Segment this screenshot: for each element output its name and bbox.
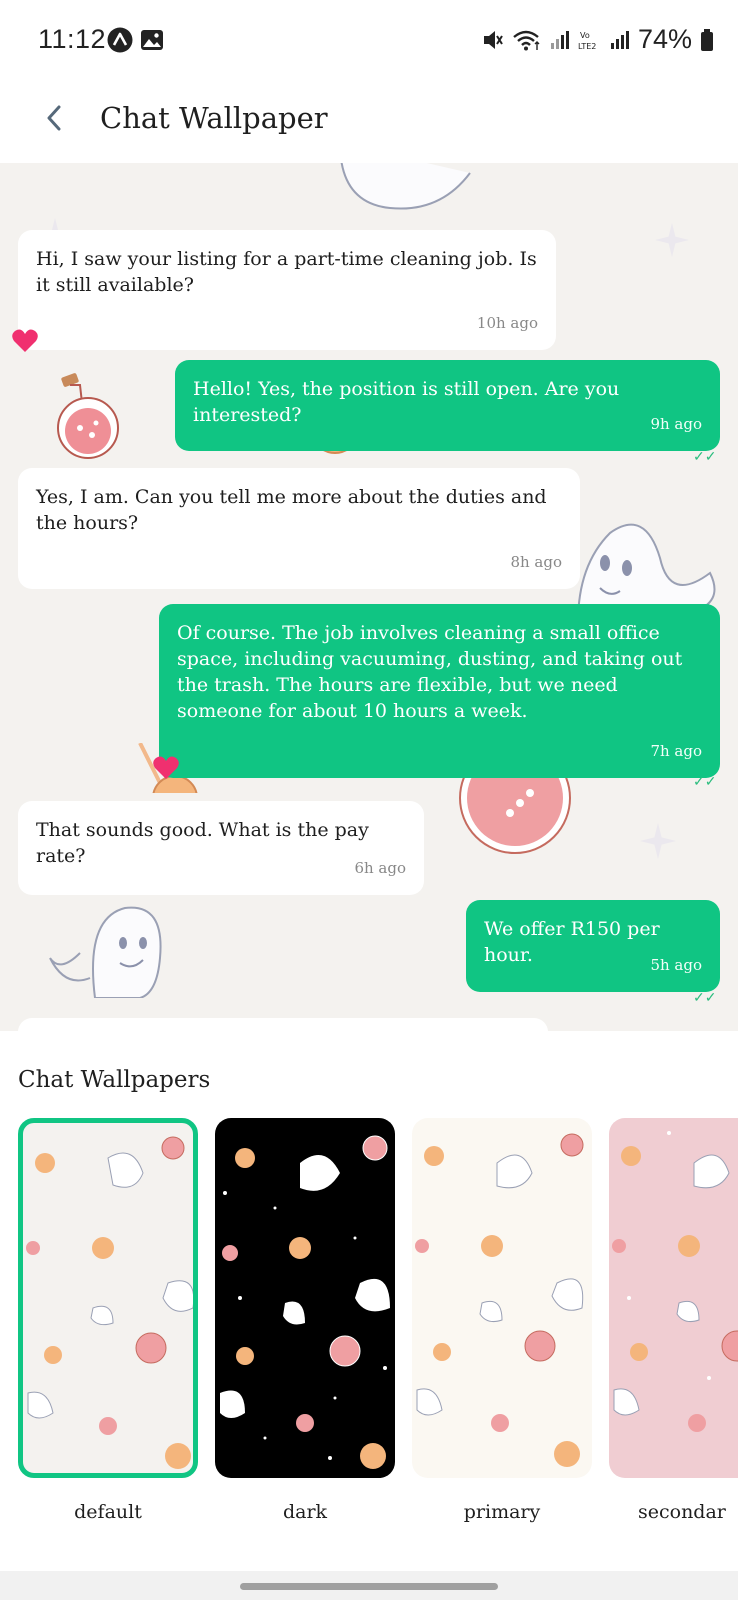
chat-preview: Hi, I saw your listing for a part-time c… [0, 163, 738, 1031]
wallpaper-dark[interactable] [215, 1118, 395, 1478]
double-check-icon: ✓✓ [693, 774, 717, 790]
wallpaper-pattern-icon [26, 1136, 193, 1469]
back-button[interactable] [30, 94, 78, 142]
double-check-icon: ✓✓ [693, 990, 717, 1006]
message-outgoing[interactable]: Of course. The job involves cleaning a s… [159, 604, 720, 778]
wallpaper-primary[interactable] [412, 1118, 592, 1478]
volte-icon: Vo LTE2 [578, 31, 596, 51]
section-title: Chat Wallpapers [18, 1067, 211, 1093]
status-right-icons: Vo LTE2 74% [482, 24, 714, 55]
wifi-icon [513, 30, 540, 50]
potion-decoration-icon [57, 373, 119, 459]
message-time: 6h ago [354, 859, 406, 877]
message-time: 5h ago [650, 956, 702, 974]
wallpaper-pattern-icon [220, 1135, 390, 1469]
battery-percent: 74% [637, 24, 692, 54]
wallpaper-pattern-icon [415, 1133, 584, 1467]
wallpaper-label-dark: dark [282, 1501, 328, 1523]
message-text: Yes, I am. Can you tell me more about th… [36, 486, 547, 534]
battery-icon [701, 28, 713, 51]
app-header: Chat Wallpaper [0, 80, 738, 164]
svg-text:Vo: Vo [580, 31, 590, 40]
page-title: Chat Wallpaper [100, 101, 328, 135]
gallery-icon [141, 30, 163, 50]
sparkle-decoration-icon [640, 823, 676, 859]
wallpaper-label-primary: primary [463, 1501, 541, 1523]
ghost-decoration-icon [340, 163, 471, 210]
message-time: 7h ago [650, 742, 702, 760]
home-gesture-handle[interactable] [240, 1583, 498, 1590]
app-a-icon [107, 27, 133, 53]
message-incoming[interactable]: That sounds good. What is the pay rate? … [18, 801, 424, 895]
heart-icon [12, 329, 38, 352]
message-incoming[interactable]: Yes, I am. Can you tell me more about th… [18, 468, 580, 589]
wallpaper-picker: Chat Wallpapers default dark primary sec… [0, 1031, 738, 1571]
sparkle-decoration-icon [655, 223, 689, 257]
mute-icon [483, 30, 503, 49]
message-incoming[interactable]: Hi, I saw your listing for a part-time c… [18, 230, 556, 350]
wallpaper-label-secondary: secondar [638, 1501, 726, 1523]
wallpaper-pattern-icon [612, 1131, 738, 1432]
signal-icon [550, 30, 569, 49]
message-text: That sounds good. What is the pay rate? [36, 819, 369, 867]
wallpaper-default[interactable] [18, 1118, 198, 1478]
message-text: Hi, I saw your listing for a part-time c… [36, 248, 537, 296]
message-text: Of course. The job involves cleaning a s… [177, 622, 683, 722]
message-incoming-partial [18, 1018, 548, 1031]
message-time: 10h ago [476, 314, 538, 332]
wallpaper-label-default: default [74, 1501, 142, 1523]
wallpaper-secondary[interactable] [609, 1118, 738, 1478]
message-text: Hello! Yes, the position is still open. … [193, 378, 620, 426]
signal2-icon [610, 30, 629, 49]
message-time: 9h ago [650, 415, 702, 433]
message-time: 8h ago [510, 553, 562, 571]
svg-text:LTE2: LTE2 [578, 42, 596, 51]
heart-icon [153, 756, 179, 779]
chevron-left-icon [47, 105, 61, 131]
status-bar: 11:12 Vo LTE2 74% [0, 0, 738, 80]
message-outgoing[interactable]: We offer R150 per hour. 5h ago [466, 900, 720, 992]
double-check-icon: ✓✓ [693, 449, 717, 465]
system-nav-bar [0, 1571, 738, 1600]
message-outgoing[interactable]: Hello! Yes, the position is still open. … [175, 360, 720, 451]
status-time: 11:12 [38, 24, 107, 54]
ghost-decoration-icon [49, 906, 162, 998]
